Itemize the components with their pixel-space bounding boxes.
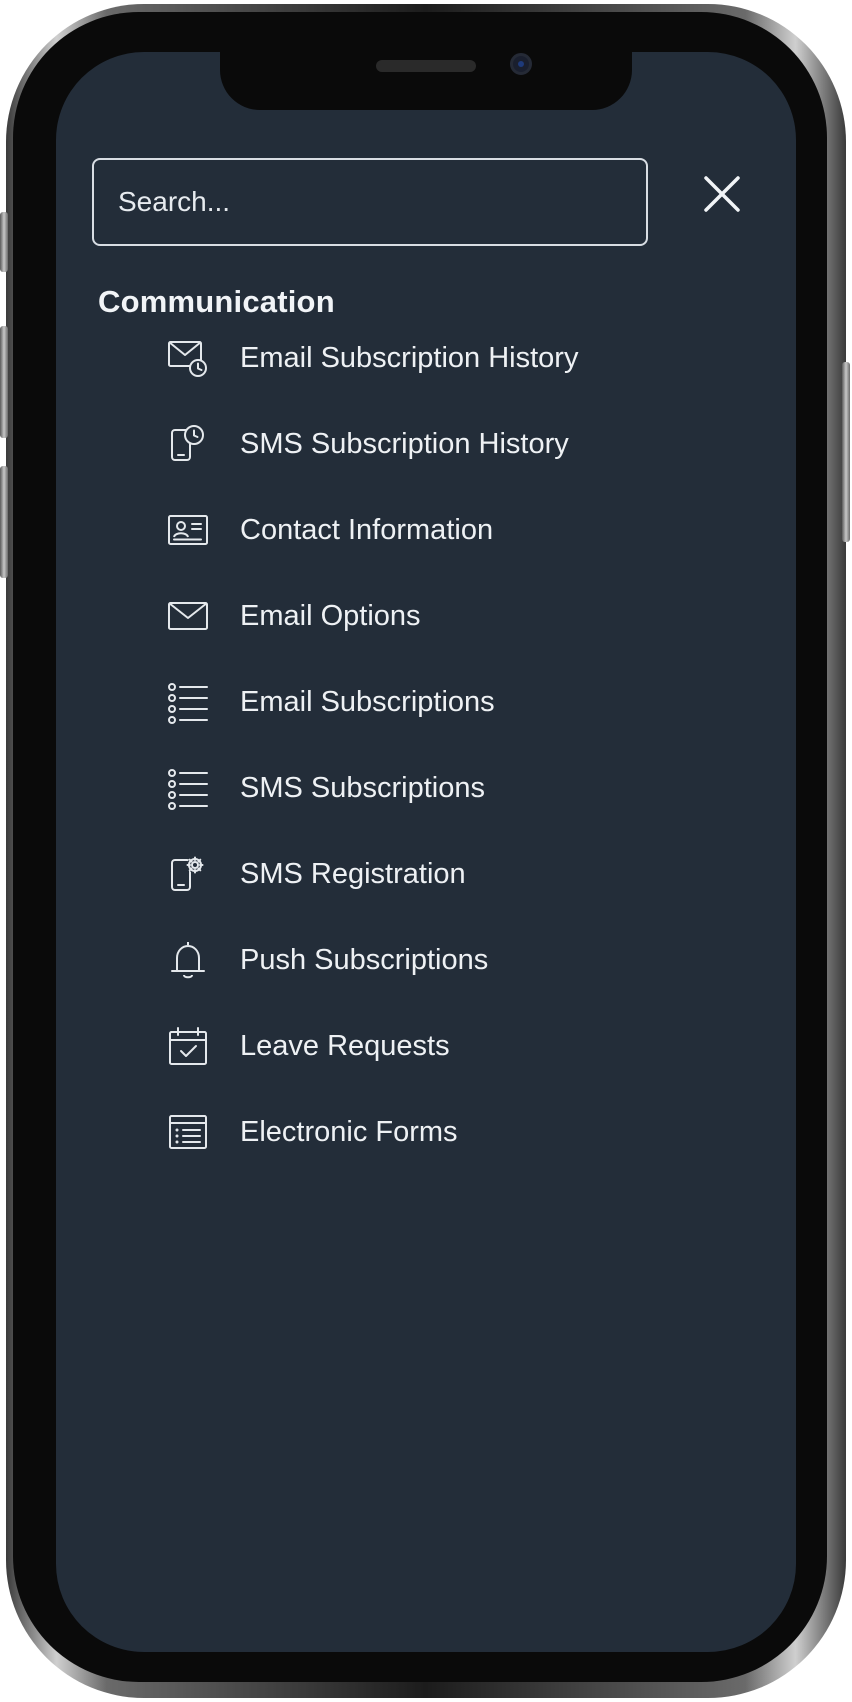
menu-item-email-options[interactable]: Email Options xyxy=(166,586,686,646)
side-button-silent xyxy=(0,212,8,272)
phone-gear-icon xyxy=(166,852,210,896)
menu-item-label: Push Subscriptions xyxy=(240,943,489,976)
screen: Communication Email Subscription History xyxy=(56,52,796,1652)
search-input[interactable] xyxy=(92,158,648,246)
form-icon xyxy=(166,1110,210,1154)
notch xyxy=(220,52,632,110)
menu-item-email-subscriptions[interactable]: Email Subscriptions xyxy=(166,672,686,732)
speaker-grille xyxy=(376,60,476,72)
menu-item-contact-information[interactable]: Contact Information xyxy=(166,500,686,560)
side-button-volume-down xyxy=(0,466,8,578)
email-history-icon xyxy=(166,336,210,380)
menu-item-push-subscriptions[interactable]: Push Subscriptions xyxy=(166,930,686,990)
menu-item-sms-subscription-history[interactable]: SMS Subscription History xyxy=(166,414,686,474)
menu-item-electronic-forms[interactable]: Electronic Forms xyxy=(166,1102,686,1162)
menu-item-label: Email Subscriptions xyxy=(240,685,495,718)
menu-item-label: Email Options xyxy=(240,599,421,632)
menu-item-label: Contact Information xyxy=(240,513,494,546)
side-button-volume-up xyxy=(0,326,8,438)
menu-item-sms-registration[interactable]: SMS Registration xyxy=(166,844,686,904)
menu-item-label: SMS Registration xyxy=(240,857,466,890)
close-icon xyxy=(704,176,740,212)
side-button-power xyxy=(842,362,850,542)
list-icon xyxy=(166,766,210,810)
sms-history-icon xyxy=(166,422,210,466)
menu-item-label: SMS Subscriptions xyxy=(240,771,485,804)
section-title: Communication xyxy=(98,284,335,319)
contact-card-icon xyxy=(166,508,210,552)
bell-icon xyxy=(166,938,210,982)
menu-item-label: SMS Subscription History xyxy=(240,427,569,460)
menu-item-label: Email Subscription History xyxy=(240,341,579,374)
menu-item-label: Leave Requests xyxy=(240,1029,450,1062)
list-icon xyxy=(166,680,210,724)
menu-item-leave-requests[interactable]: Leave Requests xyxy=(166,1016,686,1076)
envelope-icon xyxy=(166,594,210,638)
camera-icon xyxy=(510,53,532,75)
menu-item-sms-subscriptions[interactable]: SMS Subscriptions xyxy=(166,758,686,818)
close-button[interactable] xyxy=(700,172,744,216)
calendar-check-icon xyxy=(166,1024,210,1068)
menu-item-label: Electronic Forms xyxy=(240,1115,458,1148)
menu-item-email-subscription-history[interactable]: Email Subscription History xyxy=(166,328,686,388)
